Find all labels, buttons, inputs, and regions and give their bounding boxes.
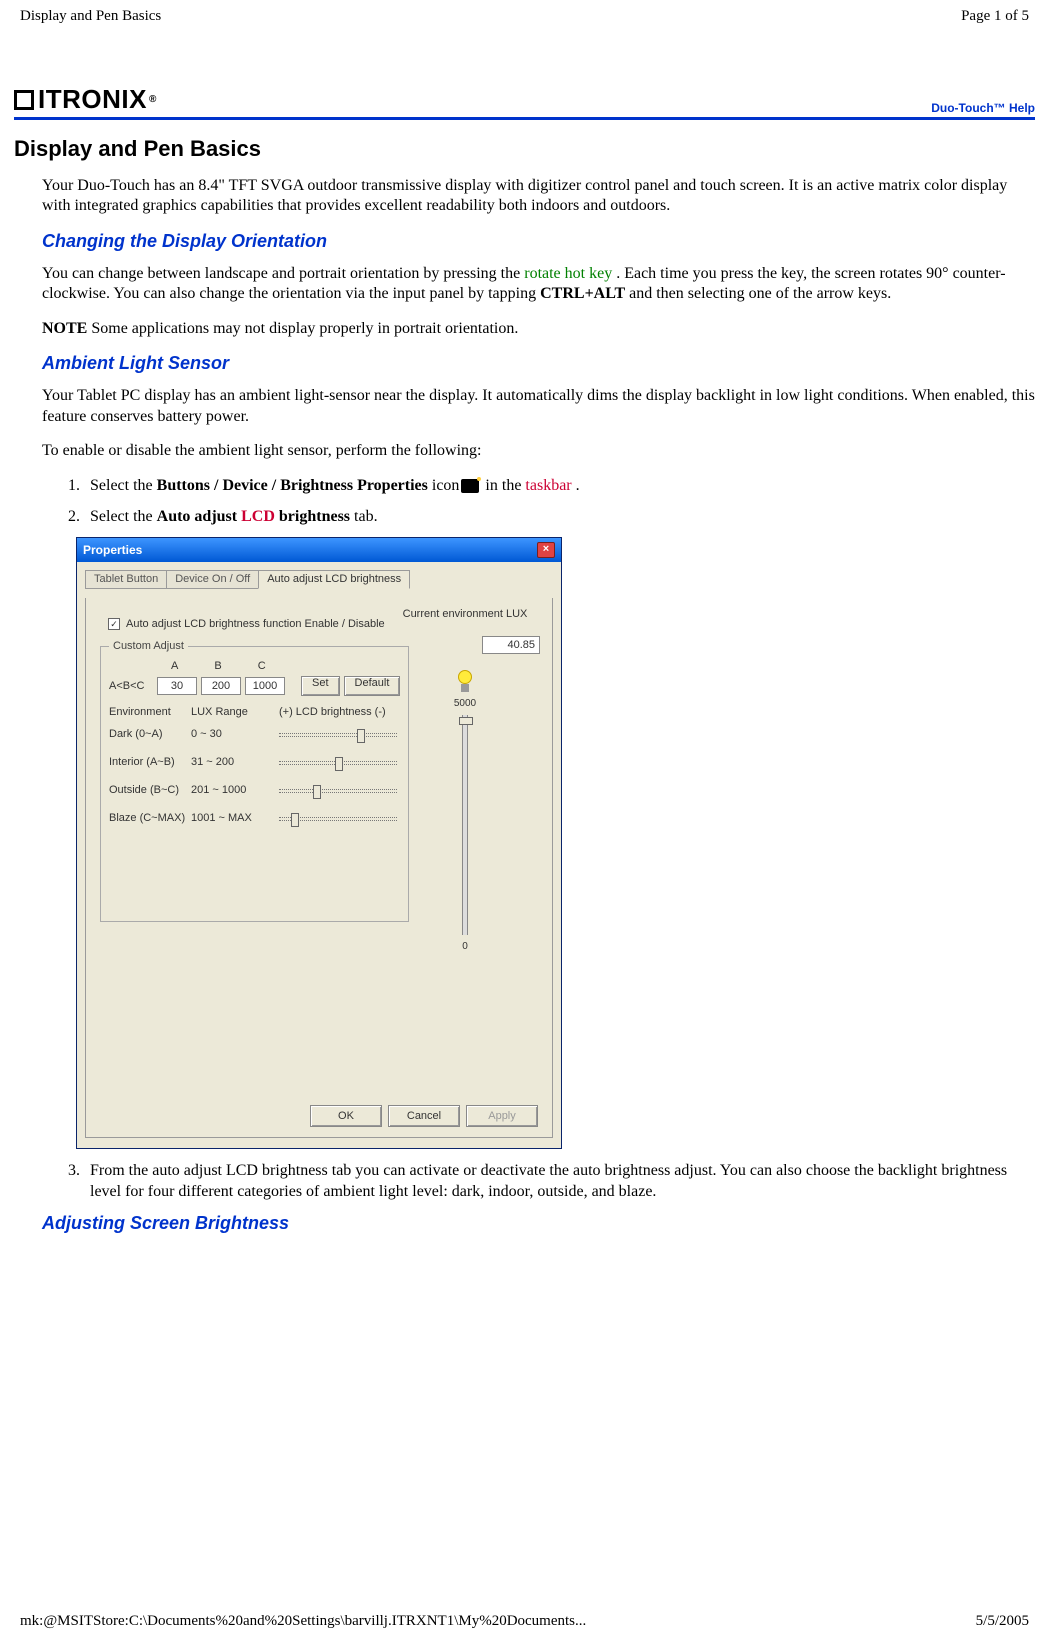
slider-thumb[interactable] [291, 813, 299, 827]
range-row: Interior (A~B)31 ~ 200 [109, 756, 400, 768]
close-button[interactable]: × [537, 542, 555, 558]
header-right: Page 1 of 5 [961, 8, 1029, 25]
help-link[interactable]: Duo-Touch™ Help [931, 101, 1035, 115]
value-c-input[interactable]: 1000 [245, 677, 285, 695]
steps-list: Select the Buttons / Device / Brightness… [84, 476, 1035, 528]
custom-adjust-fieldset: Custom Adjust A B C A<B<C 30 200 1000 [100, 640, 409, 922]
bulb-icon [455, 670, 475, 694]
range-label: 1001 ~ MAX [191, 812, 279, 824]
set-button[interactable]: Set [301, 676, 340, 696]
logo-row: ITRONIX ® Duo-Touch™ Help [14, 84, 1035, 120]
footer-left: mk:@MSITStore:C:\Documents%20and%20Setti… [20, 1613, 586, 1630]
value-b-input[interactable]: 200 [201, 677, 241, 695]
range-row: Outside (B~C)201 ~ 1000 [109, 784, 400, 796]
hdr-environment: Environment [109, 706, 191, 718]
print-header: Display and Pen Basics Page 1 of 5 [0, 0, 1049, 33]
brand-logo: ITRONIX ® [14, 84, 157, 115]
lux-value: 40.85 [482, 636, 540, 654]
range-label: 31 ~ 200 [191, 756, 279, 768]
orientation-paragraph: You can change between landscape and por… [42, 264, 1035, 305]
cancel-button[interactable]: Cancel [388, 1105, 460, 1127]
rotate-hotkey-link[interactable]: rotate hot key [524, 265, 612, 282]
vslider-min: 0 [390, 941, 540, 952]
enable-checkbox-label: Auto adjust LCD brightness function Enab… [126, 618, 385, 630]
abc-relation: A<B<C [109, 680, 153, 692]
enable-checkbox[interactable]: ✓ [108, 618, 120, 630]
env-label: Dark (0~A) [109, 728, 191, 740]
content: ITRONIX ® Duo-Touch™ Help Display and Pe… [0, 0, 1049, 1306]
orientation-note: NOTE Some applications may not display p… [42, 319, 1035, 339]
orientation-heading: Changing the Display Orientation [42, 231, 1035, 252]
lux-label: Current environment LUX [390, 608, 540, 620]
env-label: Blaze (C~MAX) [109, 812, 191, 824]
steps-list-cont: From the auto adjust LCD brightness tab … [84, 1161, 1035, 1203]
brightness-slider[interactable] [279, 733, 397, 737]
ambient-p2: To enable or disable the ambient light s… [42, 441, 1035, 461]
tabstrip: Tablet Button Device On / Off Auto adjus… [85, 570, 553, 589]
brightness-slider[interactable] [279, 817, 397, 821]
range-label: 201 ~ 1000 [191, 784, 279, 796]
brightness-tray-icon [461, 479, 479, 493]
brightness-slider[interactable] [279, 789, 397, 793]
tab-device-onoff[interactable]: Device On / Off [166, 570, 259, 589]
dialog-buttons: OK Cancel Apply [310, 1105, 538, 1127]
footer-right: 5/5/2005 [976, 1613, 1029, 1630]
value-a-input[interactable]: 30 [157, 677, 197, 695]
range-label: 0 ~ 30 [191, 728, 279, 740]
hdr-brightness: (+) LCD brightness (-) [279, 706, 386, 718]
step-1: Select the Buttons / Device / Brightness… [84, 476, 1035, 497]
slider-thumb[interactable] [313, 785, 321, 799]
page-title: Display and Pen Basics [14, 136, 1035, 162]
range-row: Dark (0~A)0 ~ 30 [109, 728, 400, 740]
intro-paragraph: Your Duo-Touch has an 8.4" TFT SVGA outd… [42, 176, 1035, 217]
tab-auto-adjust[interactable]: Auto adjust LCD brightness [258, 570, 410, 589]
step-2: Select the Auto adjust LCD brightness ta… [84, 507, 1035, 528]
apply-button[interactable]: Apply [466, 1105, 538, 1127]
range-row: Blaze (C~MAX)1001 ~ MAX [109, 812, 400, 824]
dialog-titlebar: Properties × [77, 538, 561, 562]
abc-header: A B C [171, 660, 400, 672]
dialog-title-text: Properties [83, 543, 142, 557]
brightness-heading: Adjusting Screen Brightness [42, 1213, 1035, 1234]
env-label: Interior (A~B) [109, 756, 191, 768]
lcd-link[interactable]: LCD [241, 508, 275, 525]
properties-dialog: Properties × Tablet Button Device On / O… [76, 537, 562, 1149]
logo-text: ITRONIX [38, 84, 147, 115]
vslider-max: 5000 [390, 698, 540, 709]
ambient-p1: Your Tablet PC display has an ambient li… [42, 386, 1035, 427]
dialog-body: Tablet Button Device On / Off Auto adjus… [77, 562, 561, 1148]
brightness-slider[interactable] [279, 761, 397, 765]
tab-tablet-button[interactable]: Tablet Button [85, 570, 167, 589]
env-label: Outside (B~C) [109, 784, 191, 796]
ok-button[interactable]: OK [310, 1105, 382, 1127]
lux-vertical-slider[interactable] [462, 715, 468, 935]
taskbar-link[interactable]: taskbar [525, 477, 571, 494]
logo-square-icon [14, 90, 34, 110]
vslider-thumb[interactable] [459, 717, 473, 725]
registered-icon: ® [149, 94, 157, 105]
header-left: Display and Pen Basics [20, 8, 161, 25]
abc-inputs: A<B<C 30 200 1000 Set Default [109, 676, 400, 696]
lux-panel: Current environment LUX 40.85 5000 0 [390, 608, 540, 952]
slider-thumb[interactable] [335, 757, 343, 771]
ambient-heading: Ambient Light Sensor [42, 353, 1035, 374]
custom-adjust-legend: Custom Adjust [109, 640, 188, 652]
slider-thumb[interactable] [357, 729, 365, 743]
range-table: Environment LUX Range (+) LCD brightness… [109, 706, 400, 824]
ctrl-alt-text: CTRL+ALT [540, 285, 625, 302]
tab-panel: ✓ Auto adjust LCD brightness function En… [85, 598, 553, 1138]
print-footer: mk:@MSITStore:C:\Documents%20and%20Setti… [0, 1605, 1049, 1638]
hdr-lux-range: LUX Range [191, 706, 279, 718]
step-3: From the auto adjust LCD brightness tab … [84, 1161, 1035, 1203]
